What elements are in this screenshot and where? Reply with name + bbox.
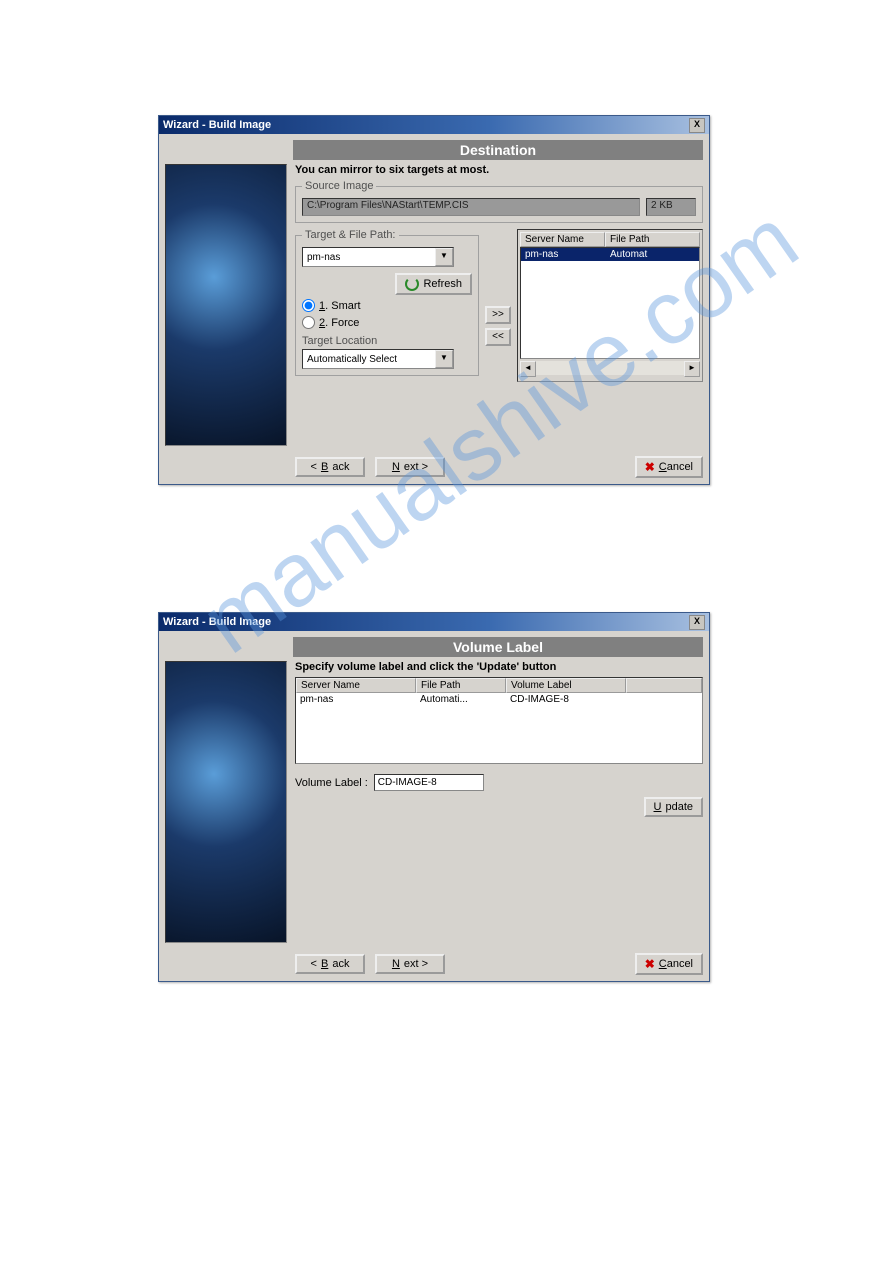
x-icon: ✖: [645, 957, 655, 971]
target-list-body[interactable]: pm-nas Automat: [520, 247, 700, 359]
subtitle-text: Specify volume label and click the 'Upda…: [295, 661, 703, 673]
window-title: Wizard - Build Image: [163, 119, 689, 131]
volume-table: Server Name File Path Volume Label pm-na…: [295, 677, 703, 764]
cancel-button[interactable]: ✖ Cancel: [635, 456, 703, 478]
source-path-field: C:\Program Files\NAStart\TEMP.CIS: [302, 198, 640, 216]
move-buttons: >> <<: [485, 229, 511, 382]
close-icon[interactable]: X: [689, 615, 705, 630]
scroll-right-icon[interactable]: ►: [684, 361, 700, 377]
location-combo[interactable]: Automatically Select ▼: [302, 349, 454, 369]
radio-smart[interactable]: 1. Smart: [302, 299, 472, 312]
radio-smart-label: 1. Smart: [319, 300, 361, 312]
chevron-down-icon[interactable]: ▼: [435, 350, 453, 368]
source-size-field: 2 KB: [646, 198, 696, 216]
radio-force-input[interactable]: [302, 316, 315, 329]
refresh-button[interactable]: Refresh: [395, 273, 472, 295]
table-row[interactable]: pm-nas Automati... CD-IMAGE-8: [296, 693, 702, 706]
page-banner: Destination: [293, 140, 703, 160]
cancel-button[interactable]: ✖ Cancel: [635, 953, 703, 975]
col-server-name[interactable]: Server Name: [520, 232, 605, 247]
scroll-track[interactable]: [536, 361, 684, 375]
scroll-left-icon[interactable]: ◄: [520, 361, 536, 377]
cell-server: pm-nas: [521, 248, 606, 261]
wizard-side-image: [165, 164, 287, 446]
h-scrollbar[interactable]: ◄ ►: [520, 361, 700, 375]
col-spacer: [626, 678, 702, 693]
source-legend: Source Image: [302, 180, 376, 192]
back-button[interactable]: < Back: [295, 457, 365, 477]
radio-force[interactable]: 2. Force: [302, 316, 472, 329]
target-list: Server Name File Path pm-nas Automat ◄: [517, 229, 703, 382]
wizard-window-volume-label: Wizard - Build Image X Volume Label Spec…: [158, 612, 710, 982]
volume-label-input[interactable]: [374, 774, 484, 791]
x-icon: ✖: [645, 460, 655, 474]
target-combo[interactable]: pm-nas ▼: [302, 247, 454, 267]
cell-server: pm-nas: [296, 693, 416, 706]
cell-path: Automati...: [416, 693, 506, 706]
cell-label: CD-IMAGE-8: [506, 693, 626, 706]
close-icon[interactable]: X: [689, 118, 705, 133]
col-volume-label[interactable]: Volume Label: [506, 678, 626, 693]
next-button[interactable]: Next >: [375, 954, 445, 974]
source-image-group: Source Image C:\Program Files\NAStart\TE…: [295, 180, 703, 223]
target-location-label: Target Location: [302, 335, 472, 347]
subtitle-text: You can mirror to six targets at most.: [295, 164, 703, 176]
wizard-side-image: [165, 661, 287, 943]
target-legend: Target & File Path:: [302, 229, 399, 241]
titlebar: Wizard - Build Image X: [159, 613, 709, 631]
col-file-path[interactable]: File Path: [416, 678, 506, 693]
wizard-window-destination: Wizard - Build Image X Destination You c…: [158, 115, 710, 485]
back-button[interactable]: < Back: [295, 954, 365, 974]
refresh-label: Refresh: [423, 278, 462, 290]
target-combo-value: pm-nas: [303, 252, 435, 263]
window-title: Wizard - Build Image: [163, 616, 689, 628]
add-button[interactable]: >>: [485, 306, 511, 324]
volume-table-body[interactable]: pm-nas Automati... CD-IMAGE-8: [296, 693, 702, 763]
radio-smart-input[interactable]: [302, 299, 315, 312]
target-path-group: Target & File Path: pm-nas ▼ Refresh: [295, 229, 479, 376]
table-row[interactable]: pm-nas Automat: [521, 248, 699, 261]
col-file-path[interactable]: File Path: [605, 232, 700, 247]
col-server-name[interactable]: Server Name: [296, 678, 416, 693]
refresh-icon: [405, 277, 419, 291]
volume-label-caption: Volume Label :: [295, 777, 368, 789]
titlebar: Wizard - Build Image X: [159, 116, 709, 134]
location-combo-value: Automatically Select: [303, 354, 435, 365]
update-button[interactable]: Update: [644, 797, 703, 817]
page-banner: Volume Label: [293, 637, 703, 657]
next-button[interactable]: Next >: [375, 457, 445, 477]
remove-button[interactable]: <<: [485, 328, 511, 346]
chevron-down-icon[interactable]: ▼: [435, 248, 453, 266]
cell-path: Automat: [606, 248, 699, 261]
radio-force-label: 2. Force: [319, 317, 359, 329]
